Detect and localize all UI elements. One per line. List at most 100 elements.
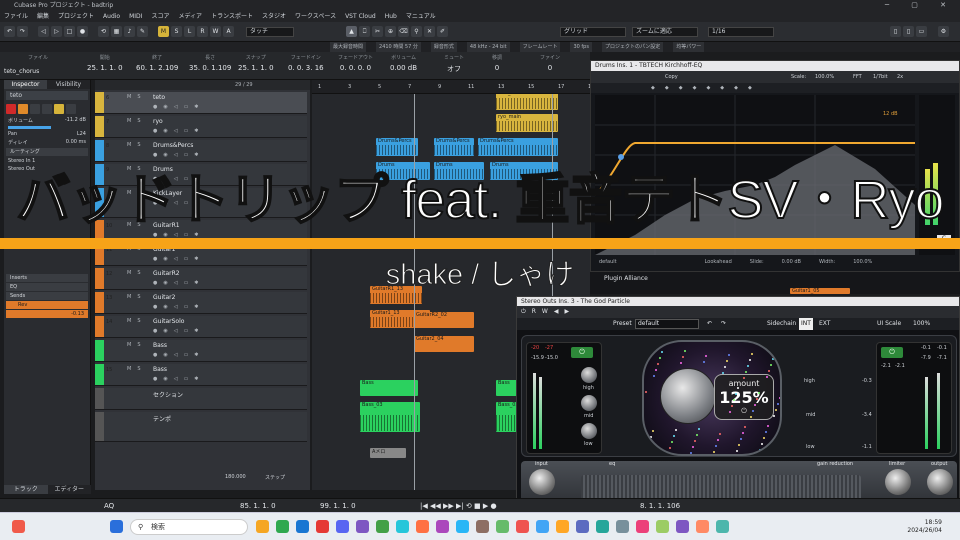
track-controls[interactable]: ●◉◁▭✱ (153, 104, 204, 110)
info-cell[interactable]: ボリューム 0.00 dB (390, 54, 417, 72)
monitor-button[interactable] (18, 104, 28, 114)
mute-tool-icon[interactable]: ✕ (424, 26, 435, 37)
sidechain-ext-button[interactable]: EXT (819, 318, 830, 330)
info-cell-value[interactable]: 35. 0. 1.109 (189, 64, 231, 72)
menu-item[interactable]: マニュアル (406, 11, 436, 22)
plugin-next-icon[interactable]: ▶ (564, 306, 569, 318)
track-controls[interactable]: ●◉◁▭✱ (153, 376, 204, 382)
grid-icon[interactable]: ▦ (111, 26, 122, 37)
taskbar-app-icon[interactable] (336, 520, 349, 533)
transport-controls[interactable]: |◀ ◀◀ ▶▶ ▶| ⟲ ■ ▶ ● (420, 502, 497, 510)
track-controls[interactable]: ●◉◁▭✱ (153, 128, 204, 134)
tab-track[interactable]: トラック (4, 485, 48, 494)
send-level[interactable]: -0.13 (6, 310, 88, 318)
undo-preset-icon[interactable]: ↶ (707, 318, 712, 330)
taskbar-clock[interactable]: 18:59 2024/26/04 (907, 519, 942, 535)
ui-scale-select[interactable]: 100% (913, 318, 930, 330)
taskbar-app-icon[interactable] (476, 520, 489, 533)
menu-item[interactable]: Hub (385, 11, 397, 22)
amount-power-icon[interactable]: ⏻ (715, 407, 773, 416)
audio-clip[interactable]: GuitarR2_02 (414, 312, 474, 328)
undo-icon[interactable]: ↶ (4, 26, 15, 37)
track-row[interactable]: 14 MS GuitarSolo ●◉◁▭✱ (95, 316, 307, 338)
eq-band-icon[interactable]: ◆ (720, 83, 724, 93)
taskbar-app-icon[interactable] (556, 520, 569, 533)
taskbar-app-icon[interactable] (596, 520, 609, 533)
taskbar-app-icon[interactable] (576, 520, 589, 533)
audio-clip[interactable]: Bass (360, 380, 418, 396)
info-cell-value[interactable]: 0. 0. 3. 16 (288, 64, 324, 72)
track-name[interactable]: GuitarSolo (153, 318, 184, 325)
automation-mode-button[interactable]: A (223, 26, 234, 37)
track-name[interactable]: セクション (153, 390, 183, 399)
eq-zoom-value[interactable]: 2x (897, 71, 903, 83)
pointer-tool-icon[interactable]: ▲ (346, 26, 357, 37)
output-knob[interactable] (927, 469, 953, 495)
plugin-read-button[interactable]: R (532, 306, 536, 318)
audio-clip[interactable]: Guitar2_04 (414, 336, 474, 352)
taskbar-app-icon[interactable] (616, 520, 629, 533)
track-row[interactable]: テンポ (95, 412, 307, 442)
info-cell[interactable]: ファイル (28, 54, 48, 64)
menu-item[interactable]: Audio (103, 11, 120, 22)
menu-item[interactable]: スタジオ (262, 11, 286, 22)
info-cell[interactable]: 長さ 35. 0. 1.109 (189, 54, 231, 72)
erase-tool-icon[interactable]: ⌫ (398, 26, 409, 37)
zoom-tool-icon[interactable]: ⚲ (411, 26, 422, 37)
menu-item[interactable]: VST Cloud (345, 11, 376, 22)
mute-solo-buttons[interactable]: MS (127, 142, 147, 148)
routing-section[interactable]: ルーティング (6, 148, 88, 156)
taskbar-app-icon[interactable] (696, 520, 709, 533)
amount-knob[interactable] (660, 368, 716, 424)
low-knob[interactable] (581, 423, 597, 439)
info-cell-value[interactable]: 0. 0. 0. 0 (338, 64, 373, 72)
track-name[interactable]: ryo (153, 118, 163, 125)
draw-tool-icon[interactable]: ✐ (437, 26, 448, 37)
taskbar-app-icon[interactable] (416, 520, 429, 533)
eq-band-icon[interactable]: ◆ (748, 83, 752, 93)
track-row[interactable]: 8 MS Drums&Percs ●◉◁▭✱ (95, 140, 307, 162)
track-name[interactable]: teto (153, 94, 165, 101)
input-power-button[interactable]: ⏻ (571, 347, 593, 358)
mute-solo-buttons[interactable]: MS (127, 342, 147, 348)
start-icon[interactable] (110, 520, 123, 533)
taskbar-app-icon[interactable] (276, 520, 289, 533)
taskbar-app-icon[interactable] (656, 520, 669, 533)
track-name[interactable]: Bass (153, 342, 167, 349)
taskbar-app-icon[interactable] (636, 520, 649, 533)
track-row[interactable]: 13 MS Guitar2 ●◉◁▭✱ (95, 292, 307, 314)
quantize-select[interactable]: ズームに適応 (632, 27, 698, 37)
layout-left-icon[interactable]: ▯ (890, 26, 901, 37)
quantize-value-select[interactable]: 1/16 (708, 27, 774, 37)
eq-band-icon[interactable]: ◆ (679, 83, 683, 93)
layout-right-icon[interactable]: ▯ (903, 26, 914, 37)
tool-icon[interactable]: ✎ (137, 26, 148, 37)
info-cell[interactable]: フェードアウト 0. 0. 0. 0 (338, 54, 373, 72)
audio-clip[interactable]: Drums&Percs (434, 138, 474, 156)
mute-solo-buttons[interactable]: MS (127, 94, 147, 100)
automation-mode-select[interactable]: タッチ (246, 27, 294, 37)
weather-icon[interactable] (12, 520, 25, 533)
volume-slider[interactable] (8, 126, 51, 129)
taskbar-app-icon[interactable] (396, 520, 409, 533)
transport-rewind-icon[interactable]: ◁ (38, 26, 49, 37)
mute-solo-buttons[interactable]: MS (127, 366, 147, 372)
taskbar-app-icon[interactable] (716, 520, 729, 533)
tab-visibility[interactable]: Visibility (47, 80, 90, 89)
tab-inspector[interactable]: Inspector (4, 80, 47, 89)
plugin-prev-icon[interactable]: ◀ (554, 306, 559, 318)
transport-play-icon[interactable]: ▷ (51, 26, 62, 37)
high-knob[interactable] (581, 367, 597, 383)
track-name[interactable]: Bass (153, 366, 167, 373)
write-mode-button[interactable]: W (210, 26, 221, 37)
tab-editor[interactable]: エディター (48, 485, 92, 494)
transport-record-icon[interactable]: ● (77, 26, 88, 37)
eq-copy-button[interactable]: Copy (665, 71, 678, 83)
taskbar-app-icon[interactable] (516, 520, 529, 533)
taskbar-app-icon[interactable] (316, 520, 329, 533)
track-row[interactable]: MS Bass ●◉◁▭✱ (95, 340, 307, 362)
menu-item[interactable]: ワークスペース (295, 11, 336, 22)
taskbar-app-icon[interactable] (356, 520, 369, 533)
split-tool-icon[interactable]: ✂ (372, 26, 383, 37)
menu-item[interactable]: メディア (178, 11, 202, 22)
